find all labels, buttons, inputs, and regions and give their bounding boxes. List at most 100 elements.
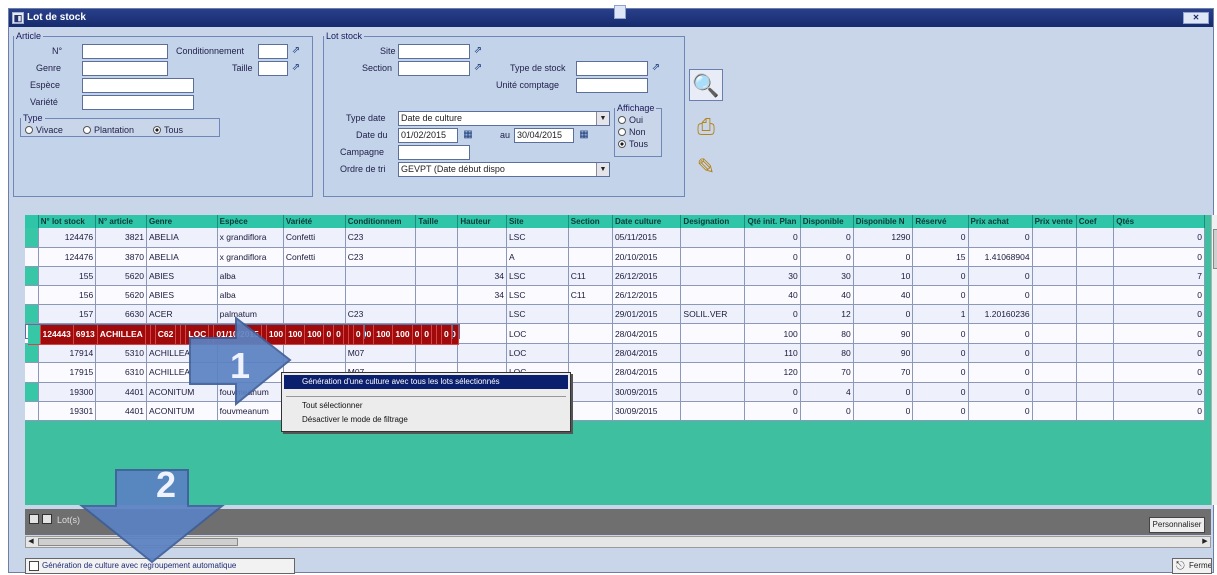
table-cell[interactable]: 0 [968, 343, 1033, 364]
scrollbar-thumb[interactable] [1213, 229, 1217, 269]
table-cell[interactable] [680, 362, 746, 383]
espece-input[interactable] [82, 78, 194, 93]
table-cell[interactable] [1076, 382, 1115, 402]
type-radio-vivace[interactable]: Vivace [25, 125, 63, 135]
column-header[interactable]: Coef [1076, 215, 1115, 228]
taille-picker-icon[interactable]: ⇗ [290, 62, 302, 75]
column-header[interactable]: Section [568, 215, 613, 228]
table-cell[interactable] [680, 401, 746, 421]
table-cell[interactable] [457, 304, 507, 325]
table-cell[interactable]: 0 [912, 401, 969, 421]
table-cell[interactable]: 34 [457, 266, 507, 287]
table-cell[interactable] [415, 343, 459, 364]
table-cell[interactable]: 90 [853, 324, 914, 345]
table-cell[interactable]: 05/11/2015 [612, 228, 682, 248]
table-cell[interactable]: 30/09/2015 [612, 401, 682, 421]
table-cell[interactable]: 1290 [853, 228, 914, 248]
table-cell[interactable] [415, 285, 459, 306]
affichage-radio-oui[interactable]: Oui [618, 115, 643, 125]
table-cell[interactable]: alba [217, 285, 284, 306]
title-bar[interactable]: ◧ Lot de stock ✕ [9, 5, 1213, 27]
row-selector[interactable] [28, 325, 41, 346]
column-header[interactable]: Espèce [217, 215, 284, 228]
table-cell[interactable]: 110 [744, 343, 801, 364]
table-cell[interactable] [415, 228, 459, 248]
ordre-select[interactable]: GEVPT (Date début dispo ▼ [398, 162, 610, 177]
table-cell[interactable] [345, 285, 417, 306]
table-cell[interactable]: 1.20160236 [968, 304, 1033, 325]
table-cell[interactable] [415, 304, 459, 325]
table-cell[interactable]: 17915 [38, 362, 97, 383]
column-header[interactable]: Site [506, 215, 569, 228]
table-cell[interactable]: 156 [38, 285, 97, 306]
table-cell[interactable]: 17914 [38, 343, 97, 364]
table-cell[interactable] [680, 285, 746, 306]
table-cell[interactable]: 70 [800, 362, 854, 383]
table-cell[interactable]: 120 [744, 362, 801, 383]
table-cell[interactable]: 0 [912, 343, 969, 364]
table-cell[interactable]: 100 [266, 325, 287, 346]
type-date-select[interactable]: Date de culture ▼ [398, 111, 610, 126]
table-cell[interactable]: 0 [800, 228, 854, 248]
table-cell[interactable]: 0 [912, 285, 969, 306]
table-cell[interactable]: LOC [506, 324, 569, 345]
pin-icon[interactable] [614, 5, 626, 19]
table-cell[interactable]: LSC [506, 228, 569, 248]
row-selector[interactable] [25, 401, 39, 421]
table-cell[interactable]: 0 [744, 304, 801, 325]
first-page-icon[interactable] [29, 514, 39, 524]
table-cell[interactable]: 70 [853, 362, 914, 383]
calendar-icon[interactable]: ▦ [578, 129, 590, 142]
chevron-down-icon[interactable]: ▼ [596, 112, 609, 125]
table-cell[interactable]: 100 [304, 325, 325, 346]
close-window-button[interactable]: ⎋ Fermer [1172, 558, 1212, 574]
table-cell[interactable]: C62 [155, 325, 177, 346]
table-cell[interactable]: 124476 [38, 247, 97, 267]
table-cell[interactable]: 0 [912, 228, 969, 248]
table-cell[interactable]: ABELIA [146, 247, 218, 267]
table-cell[interactable] [680, 382, 746, 402]
table-cell[interactable]: 0 [968, 266, 1033, 287]
table-cell[interactable]: 19301 [38, 401, 97, 421]
unite-input[interactable] [576, 78, 648, 93]
row-selector[interactable] [25, 382, 39, 402]
table-cell[interactable] [415, 247, 459, 267]
table-cell[interactable] [283, 285, 346, 306]
table-cell[interactable]: SOLIL.VER [680, 304, 746, 325]
table-cell[interactable]: 80 [800, 324, 854, 345]
campagne-input[interactable] [398, 145, 470, 160]
column-header[interactable]: Designation [680, 215, 746, 228]
table-cell[interactable] [1076, 362, 1115, 383]
table-cell[interactable] [1076, 343, 1115, 364]
date-au-input[interactable]: 30/04/2015 [514, 128, 574, 143]
table-row[interactable]: 193004401ACONITUMfouvmeanumB11LOC30/09/2… [25, 382, 1205, 402]
table-cell[interactable]: 34 [457, 285, 507, 306]
table-cell[interactable]: 157 [38, 304, 97, 325]
table-cell[interactable]: C11 [568, 266, 613, 287]
table-cell[interactable] [1032, 247, 1077, 267]
section-picker-icon[interactable]: ⇗ [472, 62, 484, 75]
table-cell[interactable]: ACONITUM [146, 401, 218, 421]
table-cell[interactable]: 0 [968, 382, 1033, 402]
table-cell[interactable]: LOC [185, 325, 210, 346]
table-cell[interactable]: 0 [441, 325, 452, 346]
column-header[interactable]: Taille [415, 215, 459, 228]
table-cell[interactable]: ACHILLEA [97, 325, 146, 346]
table-cell[interactable]: x grandiflora [217, 247, 284, 267]
table-cell[interactable]: LSC [506, 285, 569, 306]
affichage-radio-non[interactable]: Non [618, 127, 646, 137]
table-cell[interactable]: 0 [1113, 304, 1205, 325]
table-cell[interactable]: 0 [800, 401, 854, 421]
table-cell[interactable]: 40 [853, 285, 914, 306]
table-cell[interactable] [1032, 401, 1077, 421]
table-cell[interactable]: 6630 [95, 304, 147, 325]
table-cell[interactable]: 4 [800, 382, 854, 402]
table-cell[interactable]: 40 [744, 285, 801, 306]
table-cell[interactable]: 0 [744, 247, 801, 267]
table-cell[interactable] [680, 343, 746, 364]
table-cell[interactable] [1032, 343, 1077, 364]
table-cell[interactable]: 0 [968, 285, 1033, 306]
table-cell[interactable]: 100 [285, 325, 306, 346]
column-header[interactable]: Réservé [912, 215, 969, 228]
table-cell[interactable] [680, 247, 746, 267]
